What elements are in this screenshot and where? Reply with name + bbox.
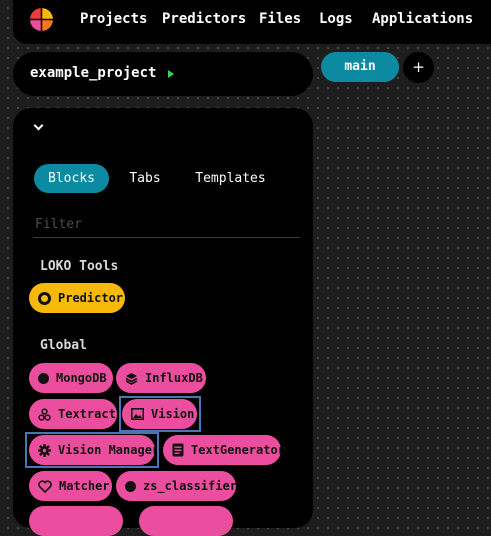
block-zs-classifier[interactable]: zs_classifier — [116, 471, 237, 501]
chevron-down-icon[interactable] — [33, 120, 44, 131]
block-matcher[interactable]: Matcher — [29, 471, 112, 501]
add-tab-button[interactable]: + — [403, 52, 434, 83]
block-label: Textract — [58, 407, 116, 421]
project-bar: example_project — [13, 52, 313, 96]
tab-templates[interactable]: Templates — [185, 164, 276, 193]
ring-icon — [38, 291, 51, 305]
blocks-panel: Blocks Tabs Templates LOKO Tools Predict… — [13, 108, 313, 536]
loko-logo[interactable] — [29, 7, 54, 32]
block-influxdb[interactable]: InfluxDB — [116, 363, 206, 393]
selection-outline — [25, 432, 159, 468]
heart-icon — [38, 479, 52, 493]
tab-blocks[interactable]: Blocks — [34, 164, 109, 193]
tab-main[interactable]: main — [321, 52, 399, 82]
block-label: Matcher — [59, 479, 110, 493]
block-mongodb[interactable]: MongoDB — [29, 363, 113, 393]
block-label: MongoDB — [56, 371, 107, 385]
layers-icon — [125, 372, 138, 385]
section-title-global: Global — [40, 338, 87, 353]
play-icon[interactable] — [168, 70, 174, 78]
selection-outline — [119, 396, 201, 432]
nav-projects[interactable]: Projects — [80, 11, 147, 27]
circle-icon — [38, 372, 49, 384]
block-label: InfluxDB — [145, 371, 203, 385]
block-label: zs_classifier — [143, 479, 237, 493]
nav-predictors[interactable]: Predictors — [162, 11, 246, 27]
block-textgenerator[interactable]: TextGenerator — [163, 435, 285, 465]
shapes-icon — [38, 407, 51, 421]
top-navbar: Projects Predictors Files Logs Applicati… — [13, 0, 491, 44]
block-textract[interactable]: Textract — [29, 399, 117, 429]
nav-files[interactable]: Files — [259, 11, 301, 27]
block-partial[interactable] — [139, 506, 233, 536]
nav-applications[interactable]: Applications — [372, 11, 473, 27]
nav-logs[interactable]: Logs — [319, 11, 353, 27]
circle-icon — [125, 480, 136, 492]
block-label: TextGenerator — [191, 443, 285, 457]
tab-tabs[interactable]: Tabs — [119, 164, 171, 193]
block-label: Predictor — [58, 291, 124, 305]
section-title-loko-tools: LOKO Tools — [40, 259, 119, 274]
project-name: example_project — [30, 65, 157, 81]
document-icon — [172, 443, 184, 457]
block-partial[interactable] — [29, 506, 123, 536]
filter-input[interactable] — [33, 211, 300, 238]
block-predictor[interactable]: Predictor — [29, 283, 125, 313]
